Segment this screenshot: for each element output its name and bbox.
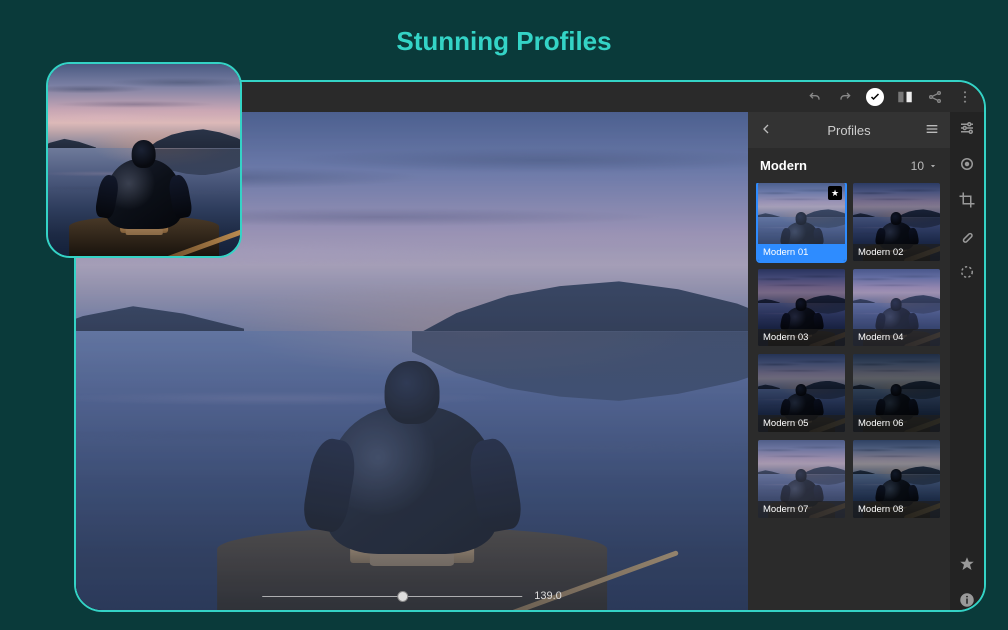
chevron-down-icon <box>928 161 938 171</box>
profile-tile-modern-05[interactable]: Modern 05 <box>758 354 845 432</box>
profile-label: Modern 03 <box>758 329 845 346</box>
amount-slider[interactable]: 139.0 <box>262 590 562 602</box>
slider-knob[interactable] <box>397 591 408 602</box>
share-icon[interactable] <box>926 88 944 106</box>
info-icon[interactable] <box>957 590 977 610</box>
category-name: Modern <box>760 158 807 173</box>
adjust-icon[interactable] <box>957 118 977 138</box>
profile-label: Modern 06 <box>853 415 940 432</box>
confirm-icon[interactable] <box>866 88 884 106</box>
crop-icon[interactable] <box>957 190 977 210</box>
profile-label: Modern 07 <box>758 501 845 518</box>
radial-icon[interactable] <box>957 262 977 282</box>
profile-label: Modern 02 <box>853 244 940 261</box>
right-panel: Profiles Modern 10 ★ Modern 01 Modern 02 Mo… <box>748 112 984 610</box>
redo-icon[interactable] <box>836 88 854 106</box>
profiles-category-row[interactable]: Modern 10 <box>748 148 950 183</box>
profiles-header: Profiles <box>748 112 950 148</box>
slider-value: 139.0 <box>534 590 562 602</box>
profile-label: Modern 01 <box>758 244 845 261</box>
profile-tile-modern-08[interactable]: Modern 08 <box>853 440 940 518</box>
undo-icon[interactable] <box>806 88 824 106</box>
category-count: 10 <box>911 159 924 173</box>
profile-tile-modern-07[interactable]: Modern 07 <box>758 440 845 518</box>
profile-tile-modern-04[interactable]: Modern 04 <box>853 269 940 347</box>
star-icon[interactable]: ★ <box>828 186 842 200</box>
profile-tile-modern-02[interactable]: Modern 02 <box>853 183 940 261</box>
profile-tile-modern-06[interactable]: Modern 06 <box>853 354 940 432</box>
profiles-grid: ★ Modern 01 Modern 02 Modern 03 Modern 04 Mod… <box>748 183 950 610</box>
profile-label: Modern 05 <box>758 415 845 432</box>
profile-label: Modern 08 <box>853 501 940 518</box>
profile-tile-modern-01[interactable]: ★ Modern 01 <box>758 183 845 261</box>
compare-icon[interactable] <box>896 88 914 106</box>
panel-title: Profiles <box>784 123 914 138</box>
tool-rail <box>950 112 984 610</box>
headline: Stunning Profiles <box>0 26 1008 57</box>
back-icon[interactable] <box>758 121 774 140</box>
panel-menu-icon[interactable] <box>924 121 940 140</box>
favorite-icon[interactable] <box>957 554 977 574</box>
more-icon[interactable] <box>956 88 974 106</box>
target-icon[interactable] <box>957 154 977 174</box>
original-image-thumbnail <box>46 62 242 258</box>
profile-label: Modern 04 <box>853 329 940 346</box>
profile-tile-modern-03[interactable]: Modern 03 <box>758 269 845 347</box>
heal-icon[interactable] <box>957 226 977 246</box>
